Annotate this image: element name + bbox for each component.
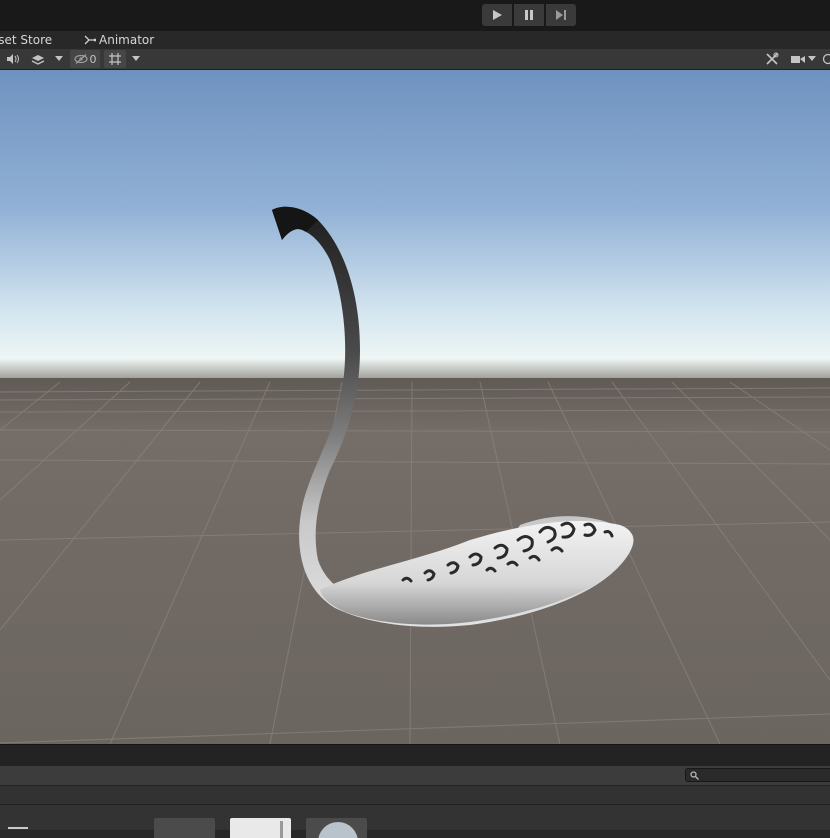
grid-toggle[interactable] [104,50,126,68]
camera-icon [791,54,805,64]
animator-icon [84,35,96,45]
scene-canvas[interactable] [0,70,830,744]
effects-icon [31,53,45,65]
project-breadcrumb-bar [0,785,830,805]
eye-slash-icon [74,54,88,64]
chevron-down-icon [55,56,63,62]
panel-separator [0,744,830,766]
audio-toggle[interactable] [3,50,23,68]
tab-animator-label: Animator [99,31,154,50]
hidden-count: 0 [90,53,97,66]
tab-animator[interactable]: Animator [84,31,154,49]
asset-grid [0,805,830,830]
tools-icon [765,52,779,66]
asset-thumbnail[interactable] [154,818,215,838]
pause-button[interactable] [514,4,544,26]
pause-icon [523,9,535,21]
asset-thumbnail[interactable] [230,818,291,838]
step-icon [555,9,567,21]
audio-icon [6,53,20,65]
search-icon [690,771,699,780]
folder-item-indicator [8,827,28,829]
chevron-down-icon [808,56,816,62]
tab-asset-store[interactable]: sset Store [0,31,52,49]
grid-icon [108,52,122,66]
gizmo-icon [822,53,830,65]
chevron-down-icon [132,56,140,62]
effects-dropdown[interactable] [52,50,66,68]
tab-asset-store-label: sset Store [0,33,52,47]
tab-strip: sset Store Animator [0,31,830,49]
scene-viewport[interactable] [0,70,830,744]
effects-toggle[interactable] [27,50,49,68]
gizmos-button[interactable] [822,50,830,68]
search-input[interactable] [685,768,830,782]
step-button[interactable] [546,4,576,26]
project-toolbar [0,766,830,785]
sky [0,70,830,380]
grid-dropdown[interactable] [128,50,144,68]
scene-toolbar: 0 [0,49,830,70]
play-toolbar [0,0,830,31]
play-button[interactable] [482,4,512,26]
asset-thumbnail[interactable] [306,818,367,838]
material-sphere-preview [318,822,358,838]
hidden-objects-toggle[interactable]: 0 [70,50,100,68]
tools-button[interactable] [761,50,783,68]
camera-settings-button[interactable] [788,50,818,68]
play-icon [491,9,503,21]
